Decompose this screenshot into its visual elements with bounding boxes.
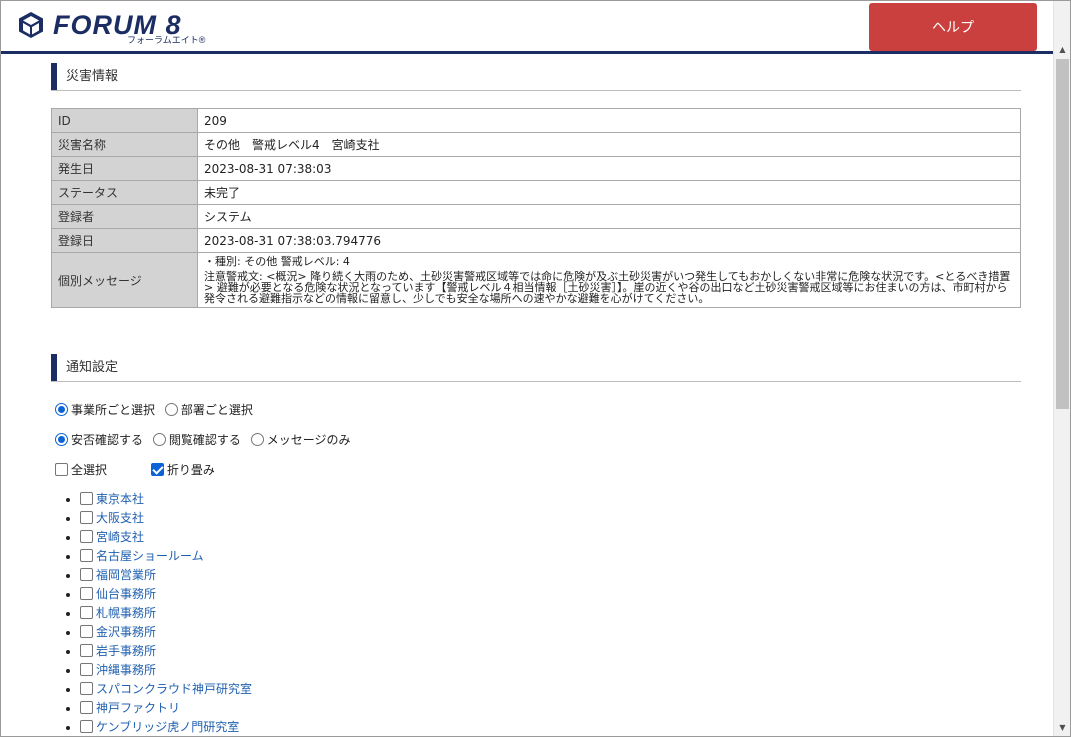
logo-kana: フォーラムエイト® — [127, 35, 206, 45]
office-checkbox[interactable] — [80, 511, 93, 524]
radio-dept-select[interactable]: 部署ごと選択 — [164, 403, 253, 417]
message-value: ・種別: その他 警戒レベル: 4 注意警戒文: <概況> 降り続く大雨のため、… — [197, 252, 1021, 308]
disaster-section-title: 災害情報 — [51, 63, 1021, 91]
office-link[interactable]: ケンブリッジ虎ノ門研究室 — [96, 720, 239, 734]
office-checkbox[interactable] — [80, 492, 93, 505]
help-button[interactable]: ヘルプ — [869, 3, 1037, 51]
row-label: 災害名称 — [51, 132, 198, 157]
message-body: 注意警戒文: <概況> 降り続く大雨のため、土砂災害警戒区域等では命に危険が及ぶ… — [204, 270, 1011, 305]
row-value: 未完了 — [197, 180, 1021, 205]
table-row: ID 209 — [51, 108, 1021, 133]
list-item: 神戸ファクトリ — [80, 699, 252, 718]
vertical-scrollbar[interactable]: ▲ ▼ — [1053, 1, 1070, 736]
disaster-section: 災害情報 — [51, 63, 1021, 91]
office-link[interactable]: 神戸ファクトリ — [96, 701, 180, 715]
disaster-info-table: ID 209 災害名称 その他 警戒レベル4 宮崎支社 発生日 2023-08-… — [51, 108, 1021, 308]
list-item: 岩手事務所 — [80, 642, 252, 661]
select-mode-group: 事業所ごと選択 部署ごと選択 — [55, 401, 259, 418]
radio-read-confirm[interactable]: 閲覧確認する — [152, 433, 241, 447]
list-item: 東京本社 — [80, 490, 252, 509]
confirm-mode-group: 安否確認する 閲覧確認する メッセージのみ — [55, 431, 356, 448]
row-value: 2023-08-31 07:38:03 — [197, 156, 1021, 181]
office-checkbox[interactable] — [80, 568, 93, 581]
scroll-down-arrow-icon[interactable]: ▼ — [1054, 719, 1070, 736]
office-checkbox[interactable] — [80, 701, 93, 714]
row-label: ステータス — [51, 180, 198, 205]
list-item: 札幌事務所 — [80, 604, 252, 623]
list-item: ケンブリッジ虎ノ門研究室 — [80, 718, 252, 736]
list-item: 仙台事務所 — [80, 585, 252, 604]
table-row: 発生日 2023-08-31 07:38:03 — [51, 156, 1021, 181]
list-item: 宮崎支社 — [80, 528, 252, 547]
office-checkbox[interactable] — [80, 720, 93, 733]
table-row-message: 個別メッセージ ・種別: その他 警戒レベル: 4 注意警戒文: <概況> 降り… — [51, 252, 1021, 308]
office-list: 東京本社 大阪支社 宮崎支社 名古屋ショールーム 福岡営業所 仙台事務所 札幌事… — [60, 490, 252, 736]
office-link[interactable]: 福岡営業所 — [96, 568, 156, 582]
radio-button[interactable] — [152, 433, 166, 446]
checkbox[interactable] — [55, 463, 68, 476]
office-link[interactable]: 仙台事務所 — [96, 587, 156, 601]
selection-options: 全選択 折り畳み — [55, 461, 221, 478]
office-link[interactable]: 大阪支社 — [96, 511, 144, 525]
list-item: 大阪支社 — [80, 509, 252, 528]
office-link[interactable]: 名古屋ショールーム — [96, 549, 204, 563]
row-value: システム — [197, 204, 1021, 229]
table-row: ステータス 未完了 — [51, 180, 1021, 205]
radio-message-only[interactable]: メッセージのみ — [250, 433, 350, 447]
select-all-checkbox[interactable]: 全選択 — [55, 463, 107, 477]
scroll-up-arrow-icon[interactable]: ▲ — [1054, 41, 1070, 58]
app-window: FORUM 8 フォーラムエイト® ヘルプ 災害情報 ID 209 災害名称 そ… — [0, 0, 1071, 737]
radio-button[interactable] — [164, 403, 178, 416]
scrollbar-thumb[interactable] — [1056, 59, 1069, 409]
list-item: 沖縄事務所 — [80, 661, 252, 680]
header-bar: FORUM 8 フォーラムエイト® ヘルプ — [1, 1, 1053, 54]
office-checkbox[interactable] — [80, 682, 93, 695]
radio-button[interactable] — [250, 433, 264, 446]
checkbox[interactable] — [150, 463, 164, 476]
forum8-logo: FORUM 8 フォーラムエイト® — [17, 9, 227, 47]
office-checkbox[interactable] — [80, 663, 93, 676]
row-value: 2023-08-31 07:38:03.794776 — [197, 228, 1021, 253]
office-checkbox[interactable] — [80, 530, 93, 543]
office-checkbox[interactable] — [80, 606, 93, 619]
radio-button[interactable] — [55, 433, 68, 446]
notify-section: 通知設定 — [51, 354, 1021, 382]
list-item: スパコンクラウド神戸研究室 — [80, 680, 252, 699]
radio-button[interactable] — [55, 403, 68, 416]
row-label: 個別メッセージ — [51, 252, 198, 308]
row-label: 発生日 — [51, 156, 198, 181]
office-checkbox[interactable] — [80, 625, 93, 638]
row-label: ID — [51, 108, 198, 133]
notify-section-title: 通知設定 — [51, 354, 1021, 382]
office-checkbox[interactable] — [80, 549, 93, 562]
office-link[interactable]: 岩手事務所 — [96, 644, 156, 658]
office-checkbox[interactable] — [80, 644, 93, 657]
radio-office-select[interactable]: 事業所ごと選択 — [55, 403, 155, 417]
office-link[interactable]: 札幌事務所 — [96, 606, 156, 620]
list-item: 名古屋ショールーム — [80, 547, 252, 566]
table-row: 登録者 システム — [51, 204, 1021, 229]
office-link[interactable]: スパコンクラウド神戸研究室 — [96, 682, 252, 696]
table-row: 登録日 2023-08-31 07:38:03.794776 — [51, 228, 1021, 253]
row-label: 登録日 — [51, 228, 198, 253]
row-label: 登録者 — [51, 204, 198, 229]
table-row: 災害名称 その他 警戒レベル4 宮崎支社 — [51, 132, 1021, 157]
row-value: その他 警戒レベル4 宮崎支社 — [197, 132, 1021, 157]
row-value: 209 — [197, 108, 1021, 133]
fold-checkbox[interactable]: 折り畳み — [150, 463, 215, 477]
radio-safety-confirm[interactable]: 安否確認する — [55, 433, 143, 447]
cube-logo-icon — [19, 12, 43, 38]
office-link[interactable]: 東京本社 — [96, 492, 144, 506]
office-link[interactable]: 沖縄事務所 — [96, 663, 156, 677]
office-checkbox[interactable] — [80, 587, 93, 600]
list-item: 福岡営業所 — [80, 566, 252, 585]
list-item: 金沢事務所 — [80, 623, 252, 642]
message-type-line: ・種別: その他 警戒レベル: 4 — [204, 255, 350, 268]
office-link[interactable]: 金沢事務所 — [96, 625, 156, 639]
office-link[interactable]: 宮崎支社 — [96, 530, 144, 544]
